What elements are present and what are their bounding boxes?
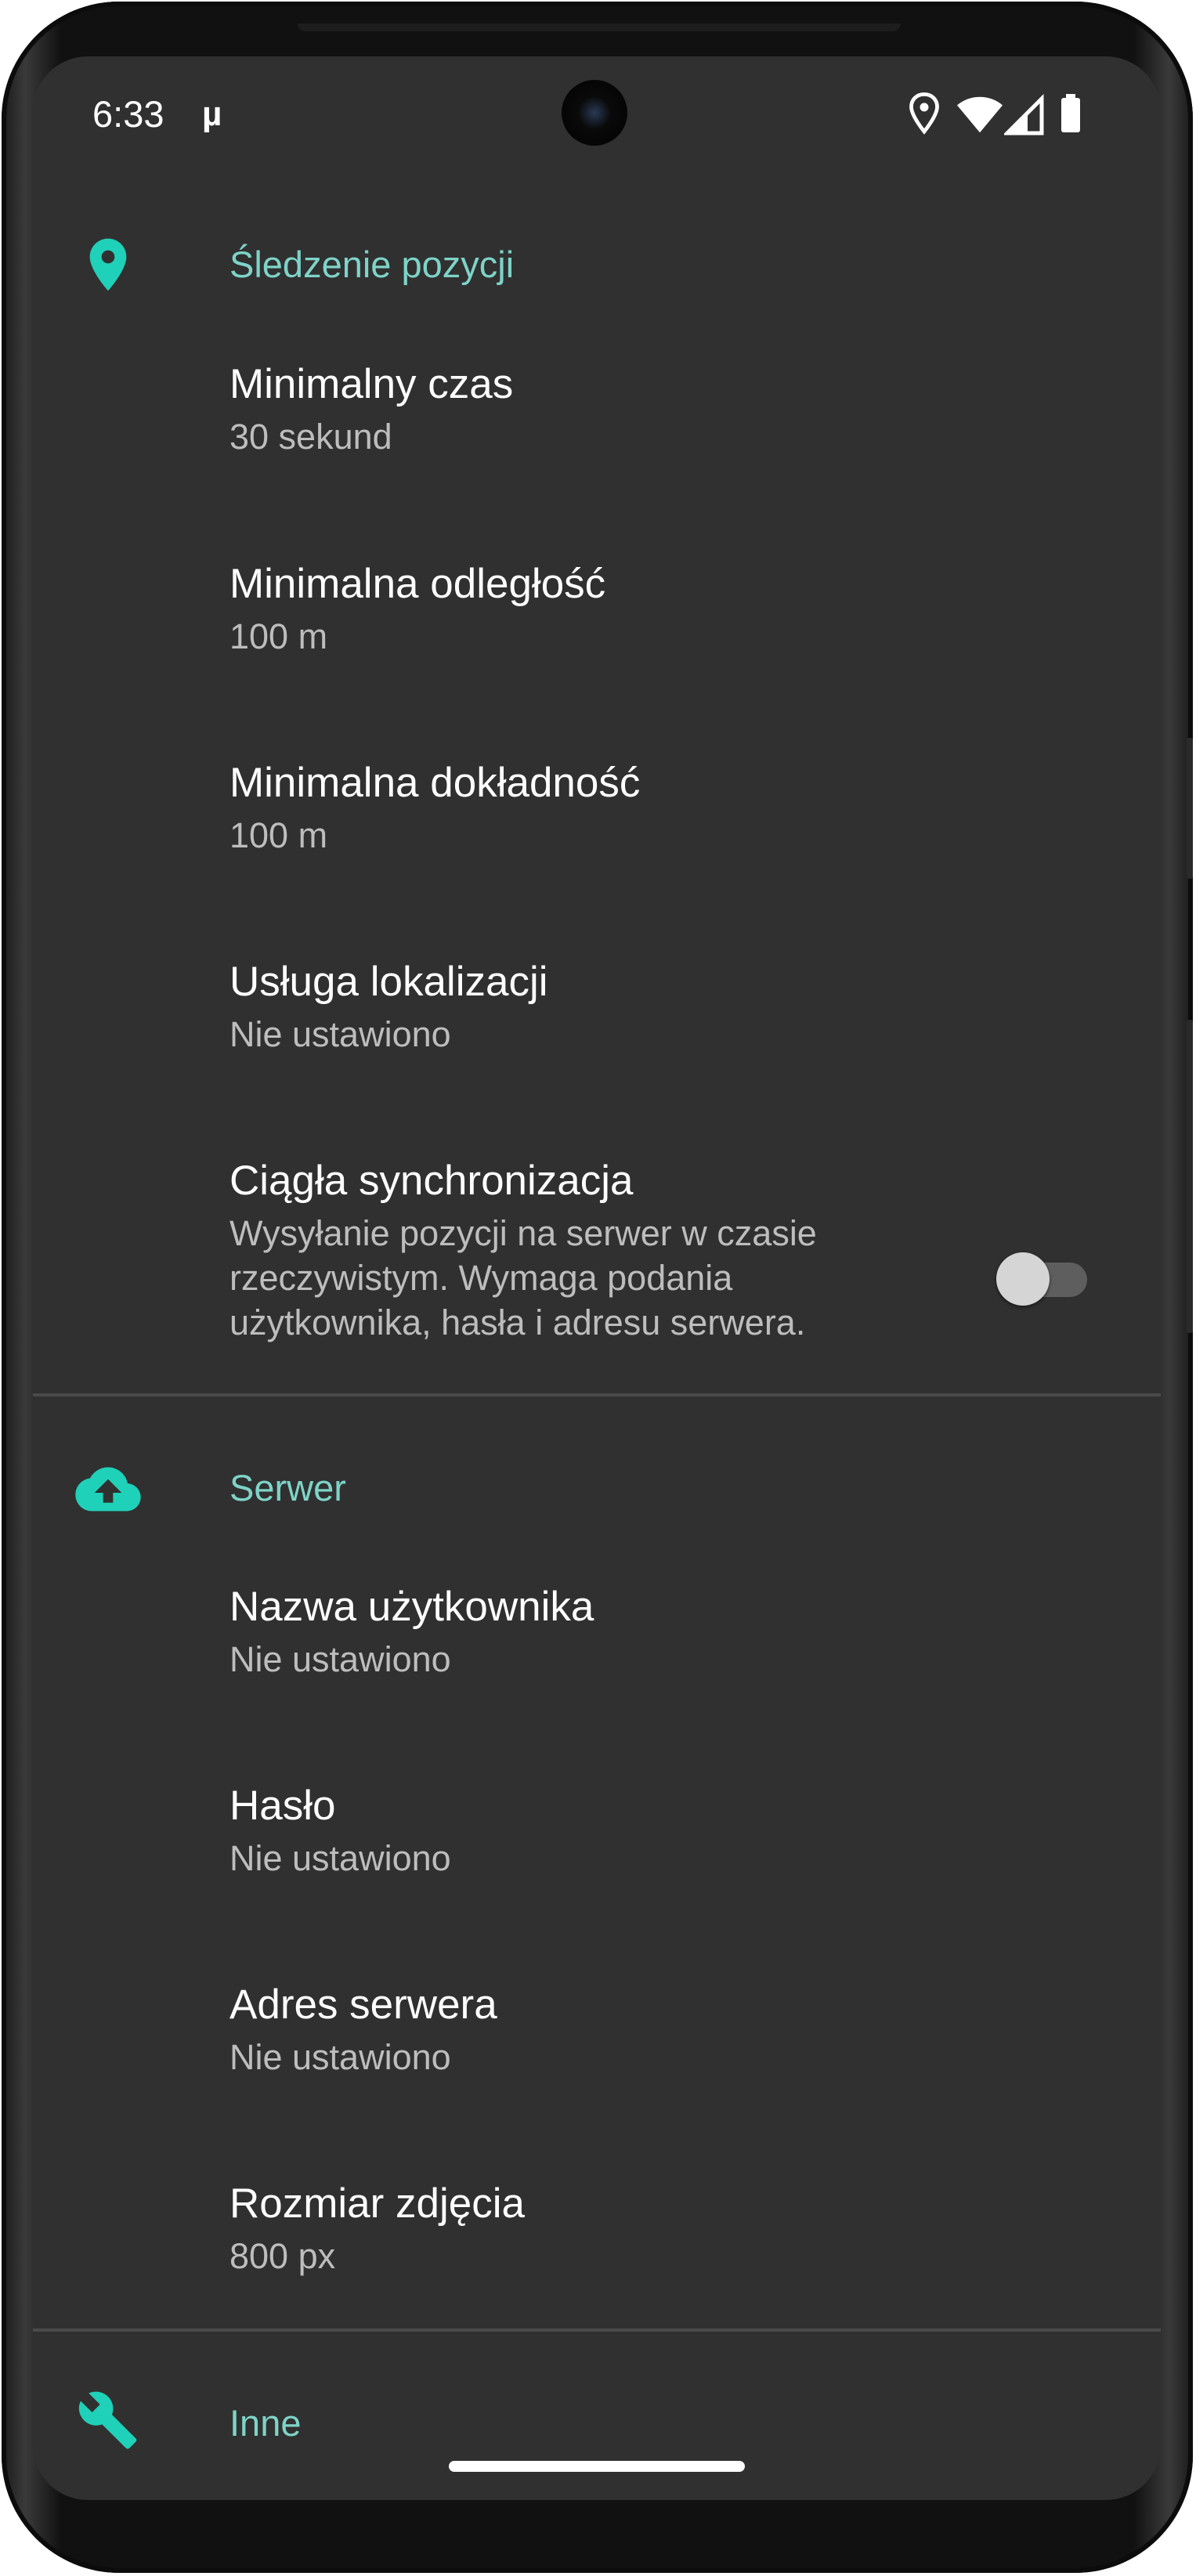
pref-title: Usługa lokalizacji: [229, 959, 548, 1005]
pref-minimum-time[interactable]: Minimalny czas 30 sekund: [229, 358, 1013, 459]
status-time: 6:33: [92, 93, 164, 135]
pref-location-service[interactable]: Usługa lokalizacji Nie ustawiono: [229, 956, 1013, 1057]
pref-title: Rozmiar zdjęcia: [229, 2180, 526, 2227]
pref-title: Adres serwera: [229, 1982, 497, 2028]
cell-signal-icon: [1004, 91, 1045, 138]
toggle-thumb: [996, 1252, 1050, 1306]
pref-summary-line-2: rzeczywistym. Wymaga podania: [229, 1258, 733, 1298]
pref-summary: Nie ustawiono: [229, 1639, 451, 1679]
section-divider: [33, 1393, 1161, 1396]
continuous-sync-toggle[interactable]: [996, 1248, 1090, 1306]
wrench-icon: [77, 2389, 139, 2451]
pref-minimum-accuracy[interactable]: Minimalna dokładność 100 m: [229, 757, 1013, 858]
pref-photo-size[interactable]: Rozmiar zdjęcia 800 px: [229, 2177, 1013, 2278]
pref-minimum-distance[interactable]: Minimalna odległość 100 m: [229, 558, 1013, 659]
pref-summary: Nie ustawiono: [229, 1838, 451, 1878]
screen: 6:33 µ Śledzenie pozycji Minimalny czas …: [33, 56, 1161, 2500]
battery-icon: [1059, 91, 1082, 138]
home-gesture-bar[interactable]: [449, 2461, 745, 2472]
pref-title: Ciągła synchronizacja: [229, 1158, 634, 1204]
pref-summary-line-3: użytkownika, hasła i adresu serwera.: [229, 1302, 806, 1342]
location-icon: [907, 91, 941, 138]
section-header-location-tracking: Śledzenie pozycji: [33, 229, 1161, 323]
app-notification-icon: µ: [202, 95, 222, 133]
power-button: [1187, 1020, 1193, 1333]
pref-title: Hasło: [229, 1783, 336, 1829]
location-pin-icon: [77, 233, 139, 296]
pref-server-address[interactable]: Adres serwera Nie ustawiono: [229, 1978, 1013, 2079]
cloud-upload-icon: [74, 1457, 143, 1519]
section-divider: [33, 2329, 1161, 2332]
pref-password[interactable]: Hasło Nie ustawiono: [229, 1779, 1013, 1881]
front-camera: [562, 80, 627, 146]
section-title: Serwer: [229, 1467, 346, 1508]
volume-button: [1187, 738, 1193, 879]
pref-summary: Nie ustawiono: [229, 2037, 451, 2077]
pref-summary: 100 m: [229, 616, 328, 656]
pref-summary-line-1: Wysyłanie pozycji na serwer w czasie: [229, 1213, 817, 1253]
section-title: Śledzenie pozycji: [229, 244, 515, 285]
pref-title: Minimalny czas: [229, 361, 514, 407]
section-header-server: Serwer: [33, 1452, 1161, 1546]
pref-title: Minimalna odległość: [229, 561, 606, 607]
pref-title: Minimalna dokładność: [229, 760, 641, 806]
pref-summary: Nie ustawiono: [229, 1014, 451, 1054]
status-bar: 6:33 µ: [33, 56, 1161, 174]
earpiece: [298, 23, 901, 31]
pref-username[interactable]: Nazwa użytkownika Nie ustawiono: [229, 1581, 1013, 1682]
pref-title: Nazwa użytkownika: [229, 1584, 594, 1630]
pref-summary: 100 m: [229, 815, 328, 855]
wifi-icon: [957, 91, 1003, 138]
section-title: Inne: [229, 2402, 302, 2444]
pref-continuous-sync[interactable]: Ciągła synchronizacja Wysyłanie pozycji …: [229, 1154, 1013, 1345]
pref-summary: 800 px: [229, 2236, 336, 2276]
pref-summary: 30 sekund: [229, 417, 392, 457]
